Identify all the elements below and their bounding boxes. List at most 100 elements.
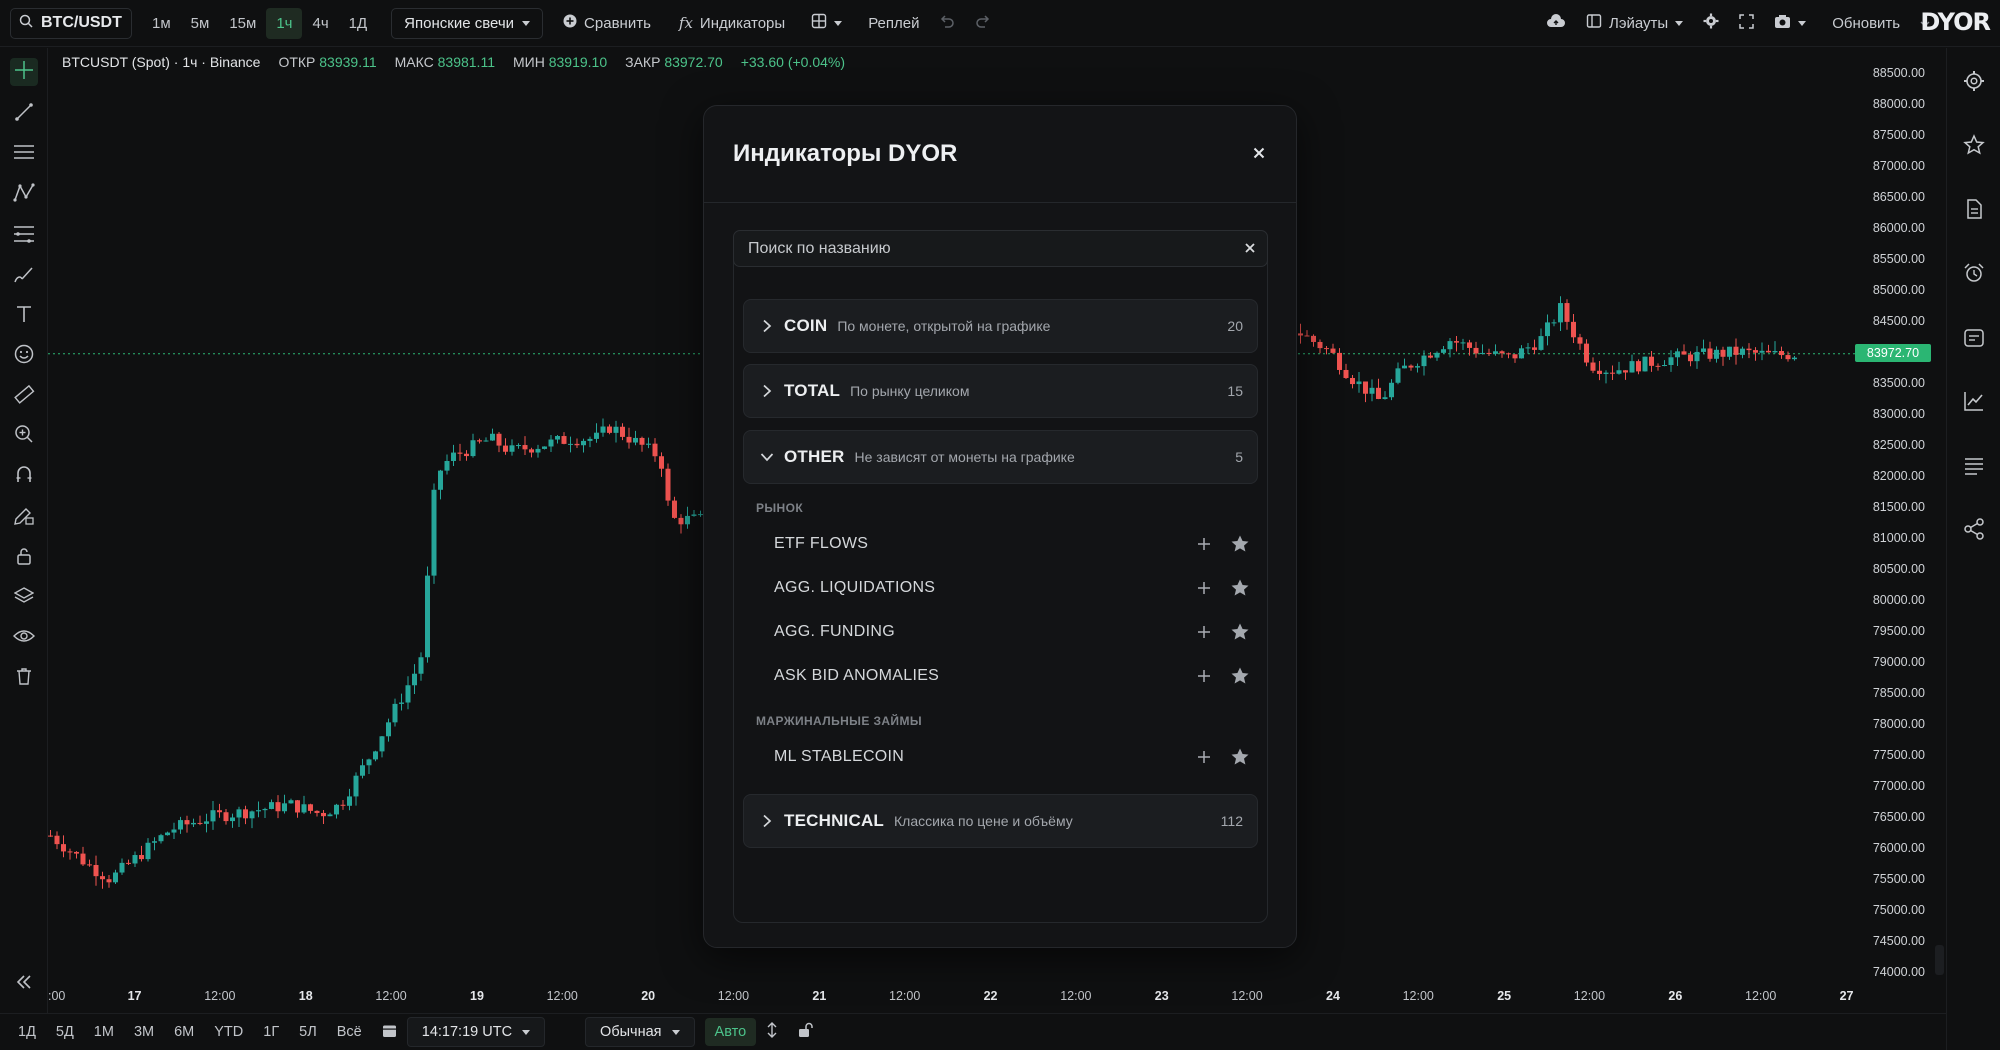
notes-button[interactable] <box>1961 198 1987 224</box>
clear-search-button[interactable] <box>1245 240 1255 256</box>
ruler-tool[interactable] <box>10 382 38 410</box>
range-5y[interactable]: 5Л <box>289 1017 327 1047</box>
category-total[interactable]: TOTAL По рынку целиком 15 <box>743 364 1258 418</box>
close-button[interactable] <box>1248 142 1270 164</box>
symbol-search[interactable]: BTC/USDT <box>10 7 132 39</box>
indicator-row[interactable]: ASK BID ANOMALIES <box>760 656 1256 696</box>
scale-mode-dropdown[interactable]: Обычная <box>585 1017 695 1047</box>
timeframe-4h[interactable]: 4ч <box>302 8 338 39</box>
cloud-save-button[interactable] <box>1536 8 1576 39</box>
go-to-date-button[interactable] <box>372 1017 407 1047</box>
favorite-button[interactable] <box>1228 620 1252 644</box>
timezone-dropdown[interactable]: 14:17:19 UTC <box>406 1017 546 1047</box>
indicator-name: AGG. FUNDING <box>774 623 895 640</box>
add-indicator-button[interactable] <box>1194 622 1214 642</box>
timeframe-15m[interactable]: 15м <box>219 8 266 39</box>
update-button[interactable]: Обновить <box>1822 8 1910 39</box>
emoji-tool[interactable] <box>10 342 38 370</box>
candle <box>74 851 79 859</box>
redo-button[interactable] <box>965 8 1001 39</box>
trendline-tool[interactable] <box>10 100 38 128</box>
candle <box>1369 379 1375 402</box>
scale-lock-button[interactable] <box>788 1017 824 1047</box>
alerts-button[interactable] <box>1961 262 1987 288</box>
category-technical[interactable]: TECHNICAL Классика по цене и объёму 112 <box>743 794 1258 848</box>
indicator-row[interactable]: ETF FLOWS <box>760 524 1256 564</box>
screenshot-button[interactable] <box>1764 8 1816 39</box>
calendar-button[interactable] <box>1961 326 1987 352</box>
layers-tool[interactable] <box>10 584 38 612</box>
crosshair-tool[interactable] <box>10 58 38 86</box>
timeframe-1d[interactable]: 1Д <box>339 8 378 39</box>
time-tick-label: 12:00 <box>375 989 407 1003</box>
order-book-button[interactable] <box>1961 454 1987 480</box>
add-indicator-button[interactable] <box>1194 578 1214 598</box>
range-6m[interactable]: 6М <box>164 1017 204 1047</box>
layouts-dropdown[interactable]: Лэйауты <box>1576 8 1693 39</box>
watchlist-button[interactable] <box>1961 133 1987 160</box>
favorite-button[interactable] <box>1228 532 1252 556</box>
text-tool[interactable] <box>10 302 38 330</box>
indicator-row[interactable]: ML STABLECOIN <box>760 737 1256 777</box>
undo-button[interactable] <box>929 8 965 39</box>
range-3m[interactable]: 3М <box>124 1017 164 1047</box>
candle <box>1675 348 1680 367</box>
star-icon <box>1231 748 1249 765</box>
lock-tool[interactable] <box>10 544 38 572</box>
scroll-handle[interactable] <box>1935 945 1944 975</box>
fullscreen-button[interactable] <box>1729 8 1764 39</box>
category-other[interactable]: OTHER Не зависят от монеты на графике 5 <box>743 430 1258 484</box>
category-description: Не зависят от монеты на графике <box>854 449 1075 465</box>
pattern-tool[interactable] <box>10 181 38 209</box>
favorite-button[interactable] <box>1228 664 1252 688</box>
replay-button[interactable]: Реплей <box>858 8 929 39</box>
timeframe-1m[interactable]: 1м <box>142 8 181 39</box>
range-1d[interactable]: 1Д <box>8 1017 46 1047</box>
favorite-button[interactable] <box>1228 745 1252 769</box>
candle <box>217 803 222 818</box>
candle <box>652 438 658 462</box>
candle <box>1792 355 1797 361</box>
timeframe-1h[interactable]: 1ч <box>266 7 303 39</box>
indicator-row[interactable]: AGG. LIQUIDATIONS <box>760 568 1256 608</box>
redo-icon <box>975 13 991 33</box>
settings-button[interactable] <box>1693 8 1729 39</box>
templates-button[interactable] <box>801 8 852 39</box>
indicators-button[interactable]: fx Индикаторы <box>669 8 795 39</box>
range-5d[interactable]: 5Д <box>46 1017 84 1047</box>
candle <box>1376 378 1381 400</box>
indicator-row[interactable]: AGG. FUNDING <box>760 612 1256 652</box>
add-indicator-button[interactable] <box>1194 747 1214 767</box>
collapse-toolbar-button[interactable] <box>10 970 38 998</box>
chart-type-dropdown[interactable]: Японские свечи <box>391 7 544 39</box>
range-1y[interactable]: 1Г <box>253 1017 289 1047</box>
add-indicator-button[interactable] <box>1194 534 1214 554</box>
category-coin[interactable]: COIN По монете, открытой на графике 20 <box>743 299 1258 353</box>
gear-icon <box>1703 13 1719 33</box>
range-all[interactable]: Всё <box>327 1017 372 1047</box>
add-indicator-button[interactable] <box>1194 666 1214 686</box>
share-button[interactable] <box>1961 517 1987 544</box>
search-input[interactable] <box>748 239 1218 258</box>
analytics-button[interactable] <box>1961 390 1987 416</box>
compare-button[interactable]: Сравнить <box>553 8 661 39</box>
group-label-margin-loans: МАРЖИНАЛЬНЫЕ ЗАЙМЫ <box>756 714 923 728</box>
candle <box>1714 346 1719 363</box>
settings-panel-button[interactable] <box>1961 70 1987 96</box>
visibility-tool[interactable] <box>10 624 38 652</box>
timeframe-5m[interactable]: 5м <box>181 8 220 39</box>
draw-lock-tool[interactable] <box>10 504 38 532</box>
favorite-button[interactable] <box>1228 576 1252 600</box>
brush-tool[interactable] <box>10 262 38 290</box>
horizontal-lines-tool[interactable] <box>10 140 38 168</box>
zoom-tool[interactable] <box>10 422 38 450</box>
open-value: 83939.11 <box>319 54 377 70</box>
auto-scale-toggle[interactable]: Авто <box>704 1018 757 1046</box>
magnet-tool[interactable] <box>10 462 38 490</box>
range-ytd[interactable]: YTD <box>204 1017 253 1047</box>
fib-tool[interactable] <box>10 222 38 250</box>
scale-invert-button[interactable] <box>756 1017 788 1047</box>
range-1m[interactable]: 1М <box>84 1017 124 1047</box>
delete-tool[interactable] <box>10 664 38 692</box>
dialog-title: Индикаторы DYOR <box>733 140 958 167</box>
